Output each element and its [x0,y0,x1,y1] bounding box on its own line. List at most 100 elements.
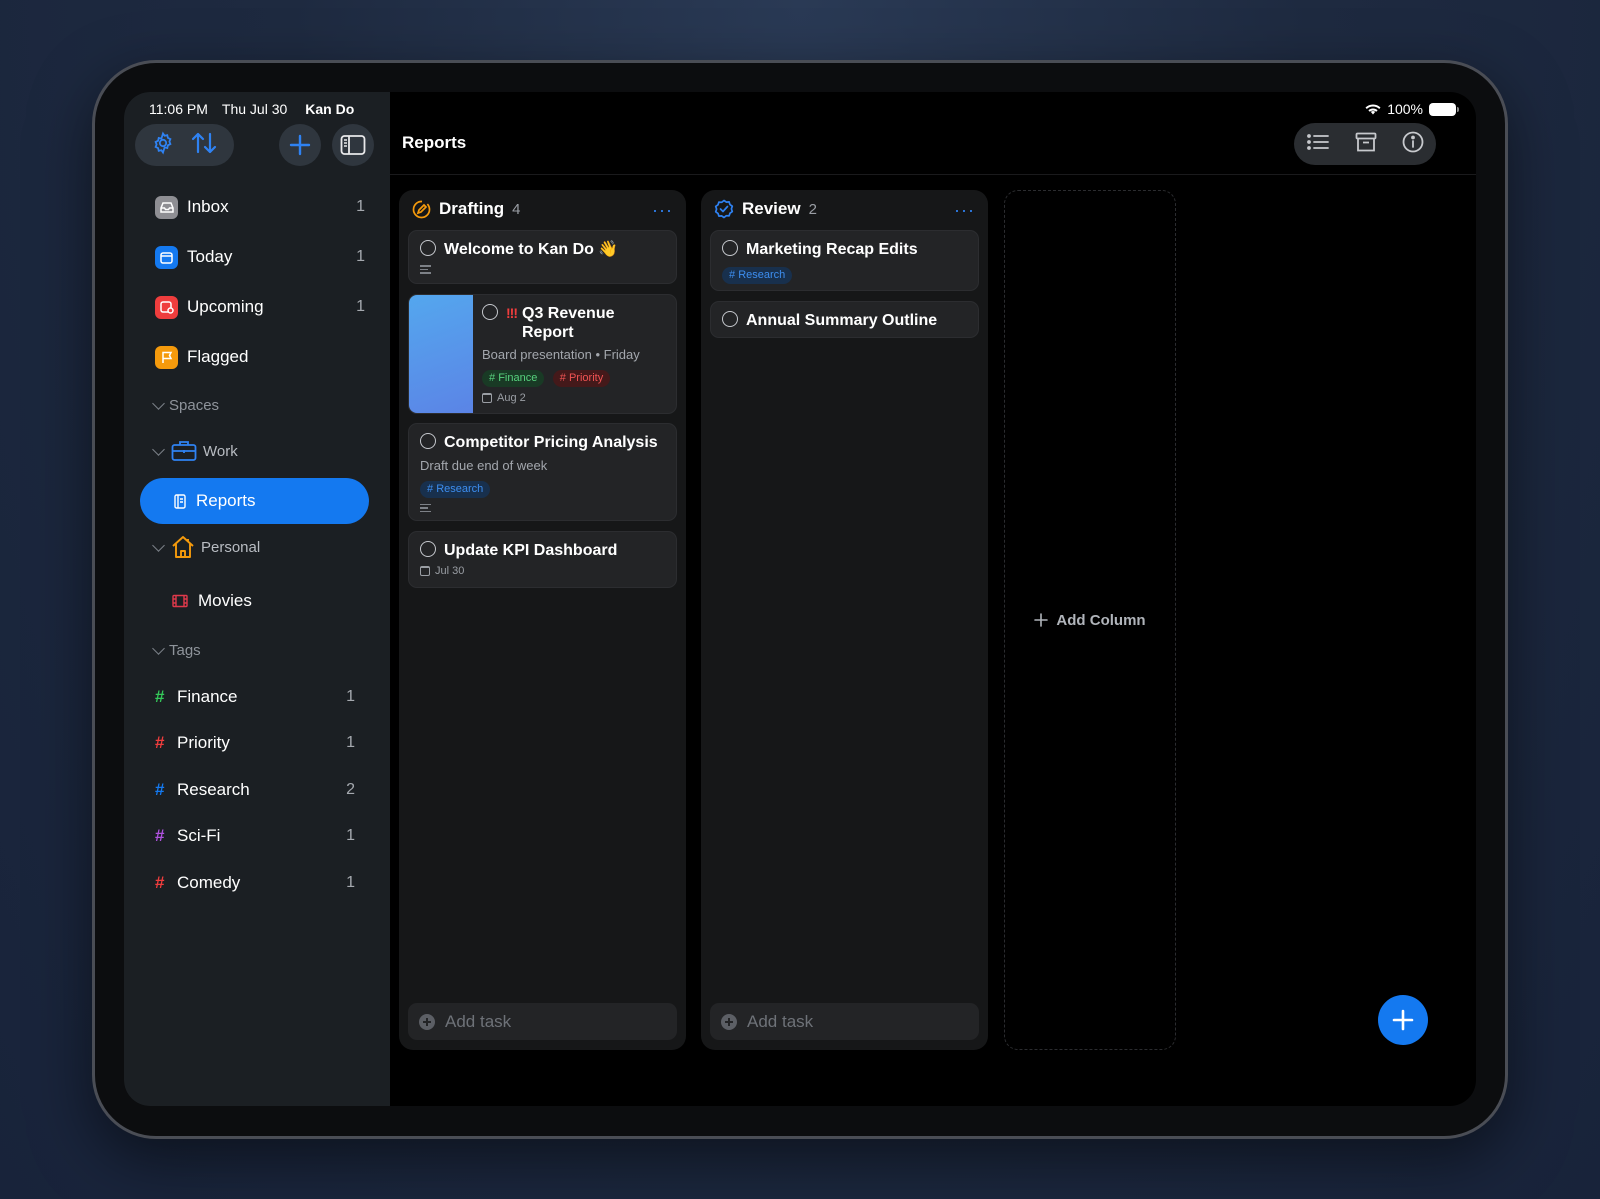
main-toolbar [1294,123,1436,165]
add-task-button[interactable]: Add task [408,1003,677,1040]
info-icon [1402,131,1424,152]
kanban-column-review: Review 2 ··· Marketing Recap Edits # Res… [701,190,988,1050]
toggle-sidebar-button[interactable] [332,124,374,166]
spaces-section-header[interactable]: Spaces [152,397,220,414]
tag-count: 1 [346,688,355,705]
sidebar-tag-research[interactable]: # Research 2 [155,775,355,805]
task-tags: # Finance # Priority [482,368,668,387]
sidebar-item-today[interactable]: Today 1 [155,239,365,275]
sidebar-item-movies[interactable]: Movies [172,583,382,619]
sidebar-group-personal[interactable]: Personal [152,535,261,559]
column-title: Review [742,199,801,218]
sidebar-item-upcoming[interactable]: Upcoming 1 [155,289,365,325]
hashtag-icon: # [155,687,165,706]
notes-icon [420,503,431,512]
sidebar-tag-priority[interactable]: # Priority 1 [155,728,355,758]
task-subtitle: Board presentation • Friday [482,347,640,362]
add-task-label: Add task [747,1011,814,1031]
add-list-button[interactable] [279,124,321,166]
notes-icon [420,265,431,274]
chevron-down-icon [152,538,165,552]
calendar-icon [482,392,492,403]
column-more-button[interactable]: ··· [954,200,975,221]
status-time: 11:06 PM [149,101,208,117]
add-task-button[interactable]: Add task [710,1003,979,1040]
status-date: Thu Jul 30 [221,101,288,117]
tag-count: 1 [346,734,355,751]
tag-chip[interactable]: # Finance [482,369,545,387]
battery-icon [1429,102,1459,116]
sidebar-item-reports[interactable]: Reports [140,478,369,524]
flag-icon [155,345,178,369]
sidebar-group-work[interactable]: Work [152,440,238,462]
task-subtitle: Draft due end of week [420,458,548,473]
task-checkbox[interactable] [722,240,738,256]
tag-label: Finance [177,687,238,706]
sort-button[interactable] [190,130,218,161]
sidebar-tag-finance[interactable]: # Finance 1 [155,682,355,712]
task-due-date: Jul 30 [420,565,665,577]
tag-label: Priority [177,733,230,752]
task-card[interactable]: Welcome to Kan Do 👋 [408,230,677,284]
column-count: 4 [512,200,521,218]
sidebar-item-inbox[interactable]: Inbox 1 [155,189,365,225]
tags-label: Tags [169,642,201,659]
briefcase-icon [171,441,197,461]
spaces-label: Spaces [169,397,220,414]
task-card[interactable]: Annual Summary Outline [710,301,979,338]
house-icon [172,536,194,558]
new-task-fab[interactable] [1378,995,1428,1045]
add-column-label: Add Column [1056,611,1146,629]
task-checkbox[interactable] [420,433,436,449]
column-count: 2 [808,200,817,218]
task-checkbox[interactable] [420,541,436,557]
settings-button[interactable] [151,130,175,160]
task-checkbox[interactable] [420,240,436,256]
sidebar-item-label: Inbox [187,197,229,216]
add-column-button[interactable]: Add Column [1004,190,1176,1050]
film-icon [172,594,188,608]
tag-chip[interactable]: # Research [722,266,793,284]
tag-label: Comedy [177,873,241,892]
tag-label: Research [177,780,250,799]
page-title: Reports [402,133,467,152]
task-checkbox[interactable] [722,311,738,327]
sidebar-item-flagged[interactable]: Flagged [155,339,365,375]
drafting-status-icon [412,200,431,218]
sidebar-tag-scifi[interactable]: # Sci-Fi 1 [155,821,355,851]
task-checkbox[interactable] [482,304,498,320]
info-button[interactable] [1402,131,1424,158]
inbox-icon [155,195,178,219]
task-card[interactable]: Update KPI Dashboard Jul 30 [408,531,677,588]
sort-arrows-icon [192,132,217,153]
gear-icon [154,130,172,155]
tag-chip[interactable]: # Priority [552,369,611,387]
work-label: Work [203,442,238,460]
card-cover-image [409,295,473,413]
wifi-icon [1365,104,1381,115]
chevron-down-icon [152,642,165,655]
calendar-icon [420,566,430,576]
task-card[interactable]: Competitor Pricing Analysis Draft due en… [408,423,677,521]
hashtag-icon: # [155,873,165,892]
task-title: Q3 Revenue Report [522,305,615,341]
calendar-clock-icon [155,295,178,319]
archive-button[interactable] [1355,132,1377,157]
archive-icon [1355,132,1377,151]
task-tags: # Research [722,265,967,284]
sidebar-item-count: 1 [356,248,365,265]
list-view-button[interactable] [1306,132,1330,157]
task-card[interactable]: !!! Q3 Revenue Report Board presentation… [408,294,677,414]
column-more-button[interactable]: ··· [652,200,673,221]
task-card[interactable]: Marketing Recap Edits # Research [710,230,979,291]
personal-label: Personal [201,538,261,556]
hashtag-icon: # [155,780,165,799]
column-header: Drafting 4 [412,199,521,219]
sidebar-item-label: Upcoming [187,297,264,316]
hashtag-icon: # [155,826,165,845]
tags-section-header[interactable]: Tags [152,642,201,659]
task-title: Competitor Pricing Analysis [444,434,658,451]
sidebar-tag-comedy[interactable]: # Comedy 1 [155,868,355,898]
sidebar-item-count: 1 [356,198,365,215]
tag-chip[interactable]: # Research [420,480,491,498]
